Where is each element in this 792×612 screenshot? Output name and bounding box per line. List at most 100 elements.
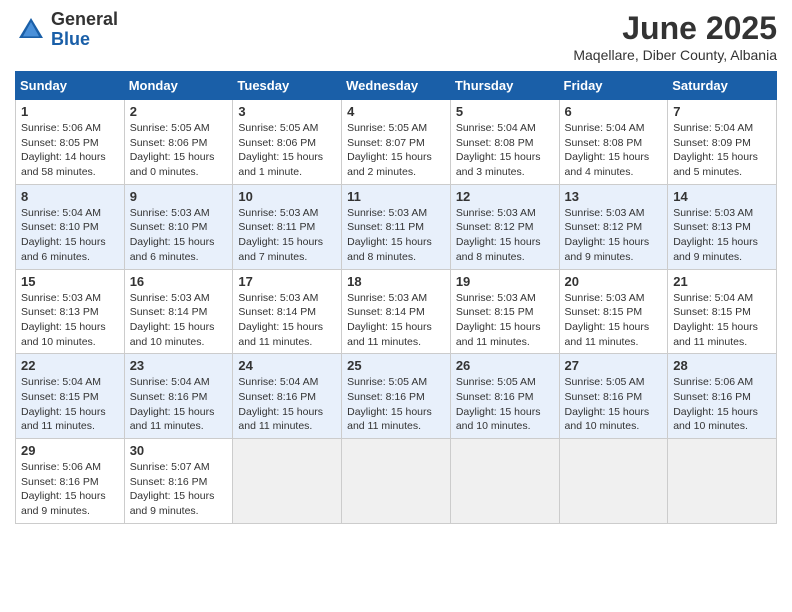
day-info: Sunrise: 5:04 AMSunset: 8:16 PMDaylight:…	[238, 375, 336, 434]
table-row: 13Sunrise: 5:03 AMSunset: 8:12 PMDayligh…	[559, 184, 668, 269]
table-row: 1 Sunrise: 5:06 AMSunset: 8:05 PMDaylight…	[16, 100, 125, 185]
table-row: 2 Sunrise: 5:05 AMSunset: 8:06 PMDaylight…	[124, 100, 233, 185]
day-number: 1	[21, 104, 119, 119]
table-row: 29 Sunrise: 5:06 AMSunset: 8:16 PMDayligh…	[16, 439, 125, 524]
month-title: June 2025	[573, 10, 777, 47]
table-row: 4 Sunrise: 5:05 AMSunset: 8:07 PMDaylight…	[342, 100, 451, 185]
calendar-week-row: 15 Sunrise: 5:03 AMSunset: 8:13 PMDayligh…	[16, 269, 777, 354]
day-number: 20	[565, 274, 663, 289]
table-row: 21 Sunrise: 5:04 AMSunset: 8:15 PMDayligh…	[668, 269, 777, 354]
day-info: Sunrise: 5:05 AMSunset: 8:06 PMDaylight:…	[238, 121, 336, 180]
day-info: Sunrise: 5:05 AMSunset: 8:06 PMDaylight:…	[130, 121, 228, 180]
day-number: 8	[21, 189, 119, 204]
day-number: 16	[130, 274, 228, 289]
day-info: Sunrise: 5:05 AMSunset: 8:07 PMDaylight:…	[347, 121, 445, 180]
table-row	[450, 439, 559, 524]
logo: General Blue	[15, 10, 118, 50]
table-row: 17 Sunrise: 5:03 AMSunset: 8:14 PMDayligh…	[233, 269, 342, 354]
col-monday: Monday	[124, 72, 233, 100]
table-row: 15 Sunrise: 5:03 AMSunset: 8:13 PMDayligh…	[16, 269, 125, 354]
day-number: 13	[565, 189, 663, 204]
day-info: Sunrise: 5:04 AMSunset: 8:15 PMDaylight:…	[673, 291, 771, 350]
day-number: 3	[238, 104, 336, 119]
day-info: Sunrise: 5:03 AMSunset: 8:14 PMDaylight:…	[347, 291, 445, 350]
table-row: 23 Sunrise: 5:04 AMSunset: 8:16 PMDayligh…	[124, 354, 233, 439]
day-info: Sunrise: 5:06 AMSunset: 8:16 PMDaylight:…	[673, 375, 771, 434]
col-sunday: Sunday	[16, 72, 125, 100]
day-info: Sunrise: 5:07 AMSunset: 8:16 PMDaylight:…	[130, 460, 228, 519]
table-row: 8 Sunrise: 5:04 AMSunset: 8:10 PMDaylight…	[16, 184, 125, 269]
day-info: Sunrise: 5:05 AMSunset: 8:16 PMDaylight:…	[347, 375, 445, 434]
table-row: 18 Sunrise: 5:03 AMSunset: 8:14 PMDayligh…	[342, 269, 451, 354]
day-info: Sunrise: 5:04 AMSunset: 8:08 PMDaylight:…	[565, 121, 663, 180]
col-thursday: Thursday	[450, 72, 559, 100]
day-number: 15	[21, 274, 119, 289]
page-header: General Blue June 2025 Maqellare, Diber …	[15, 10, 777, 63]
table-row: 3 Sunrise: 5:05 AMSunset: 8:06 PMDaylight…	[233, 100, 342, 185]
day-number: 22	[21, 358, 119, 373]
table-row: 10 Sunrise: 5:03 AMSunset: 8:11 PMDayligh…	[233, 184, 342, 269]
table-row: 20 Sunrise: 5:03 AMSunset: 8:15 PMDayligh…	[559, 269, 668, 354]
col-wednesday: Wednesday	[342, 72, 451, 100]
day-info: Sunrise: 5:03 AMSunset: 8:11 PMDaylight:…	[238, 206, 336, 265]
col-tuesday: Tuesday	[233, 72, 342, 100]
table-row: 19Sunrise: 5:03 AMSunset: 8:15 PMDayligh…	[450, 269, 559, 354]
table-row: 22 Sunrise: 5:04 AMSunset: 8:15 PMDayligh…	[16, 354, 125, 439]
table-row: 14Sunrise: 5:03 AMSunset: 8:13 PMDayligh…	[668, 184, 777, 269]
day-info: Sunrise: 5:04 AMSunset: 8:15 PMDaylight:…	[21, 375, 119, 434]
day-info: Sunrise: 5:03 AMSunset: 8:15 PMDaylight:…	[565, 291, 663, 350]
day-info: Sunrise: 5:04 AMSunset: 8:09 PMDaylight:…	[673, 121, 771, 180]
table-row: 5 Sunrise: 5:04 AMSunset: 8:08 PMDaylight…	[450, 100, 559, 185]
day-number: 18	[347, 274, 445, 289]
day-info: Sunrise: 5:03 AMSunset: 8:13 PMDaylight:…	[21, 291, 119, 350]
day-number: 7	[673, 104, 771, 119]
calendar-week-row: 29 Sunrise: 5:06 AMSunset: 8:16 PMDayligh…	[16, 439, 777, 524]
logo-text: General Blue	[51, 10, 118, 50]
location: Maqellare, Diber County, Albania	[573, 47, 777, 63]
table-row: 30 Sunrise: 5:07 AMSunset: 8:16 PMDayligh…	[124, 439, 233, 524]
day-number: 23	[130, 358, 228, 373]
calendar-week-row: 22 Sunrise: 5:04 AMSunset: 8:15 PMDayligh…	[16, 354, 777, 439]
table-row: 7 Sunrise: 5:04 AMSunset: 8:09 PMDaylight…	[668, 100, 777, 185]
day-number: 28	[673, 358, 771, 373]
day-info: Sunrise: 5:05 AMSunset: 8:16 PMDaylight:…	[456, 375, 554, 434]
table-row: 27 Sunrise: 5:05 AMSunset: 8:16 PMDayligh…	[559, 354, 668, 439]
day-number: 25	[347, 358, 445, 373]
day-info: Sunrise: 5:05 AMSunset: 8:16 PMDaylight:…	[565, 375, 663, 434]
table-row	[559, 439, 668, 524]
day-info: Sunrise: 5:06 AMSunset: 8:16 PMDaylight:…	[21, 460, 119, 519]
day-number: 2	[130, 104, 228, 119]
day-info: Sunrise: 5:04 AMSunset: 8:16 PMDaylight:…	[130, 375, 228, 434]
day-info: Sunrise: 5:03 AMSunset: 8:12 PMDaylight:…	[456, 206, 554, 265]
day-number: 17	[238, 274, 336, 289]
calendar-table: Sunday Monday Tuesday Wednesday Thursday…	[15, 71, 777, 524]
day-info: Sunrise: 5:04 AMSunset: 8:08 PMDaylight:…	[456, 121, 554, 180]
calendar-week-row: 1 Sunrise: 5:06 AMSunset: 8:05 PMDaylight…	[16, 100, 777, 185]
title-block: June 2025 Maqellare, Diber County, Alban…	[573, 10, 777, 63]
col-saturday: Saturday	[668, 72, 777, 100]
day-number: 27	[565, 358, 663, 373]
day-info: Sunrise: 5:06 AMSunset: 8:05 PMDaylight:…	[21, 121, 119, 180]
table-row	[233, 439, 342, 524]
day-number: 5	[456, 104, 554, 119]
day-number: 10	[238, 189, 336, 204]
table-row: 26Sunrise: 5:05 AMSunset: 8:16 PMDayligh…	[450, 354, 559, 439]
day-number: 29	[21, 443, 119, 458]
table-row: 11Sunrise: 5:03 AMSunset: 8:11 PMDayligh…	[342, 184, 451, 269]
day-info: Sunrise: 5:03 AMSunset: 8:10 PMDaylight:…	[130, 206, 228, 265]
day-info: Sunrise: 5:04 AMSunset: 8:10 PMDaylight:…	[21, 206, 119, 265]
table-row: 16 Sunrise: 5:03 AMSunset: 8:14 PMDayligh…	[124, 269, 233, 354]
day-info: Sunrise: 5:03 AMSunset: 8:14 PMDaylight:…	[238, 291, 336, 350]
table-row: 28 Sunrise: 5:06 AMSunset: 8:16 PMDayligh…	[668, 354, 777, 439]
day-number: 30	[130, 443, 228, 458]
day-info: Sunrise: 5:03 AMSunset: 8:11 PMDaylight:…	[347, 206, 445, 265]
day-info: Sunrise: 5:03 AMSunset: 8:14 PMDaylight:…	[130, 291, 228, 350]
day-number: 21	[673, 274, 771, 289]
day-number: 4	[347, 104, 445, 119]
day-number: 24	[238, 358, 336, 373]
day-number: 9	[130, 189, 228, 204]
logo-icon	[15, 14, 47, 46]
calendar-week-row: 8 Sunrise: 5:04 AMSunset: 8:10 PMDaylight…	[16, 184, 777, 269]
table-row: 12Sunrise: 5:03 AMSunset: 8:12 PMDayligh…	[450, 184, 559, 269]
table-row: 24 Sunrise: 5:04 AMSunset: 8:16 PMDayligh…	[233, 354, 342, 439]
